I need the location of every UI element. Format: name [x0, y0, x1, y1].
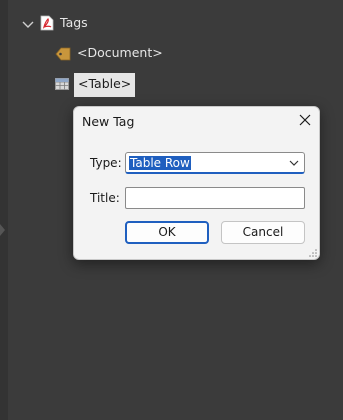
- ok-button[interactable]: OK: [125, 221, 209, 244]
- pdf-tags-icon: [40, 15, 54, 31]
- new-tag-dialog: New Tag Type: Table Row Title: OK Cancel: [73, 106, 320, 260]
- resize-grip-icon[interactable]: [309, 249, 317, 257]
- dialog-title: New Tag: [82, 114, 135, 129]
- table-icon: [55, 78, 69, 90]
- tree-item-table[interactable]: <Table>: [74, 73, 136, 97]
- type-select-value: Table Row: [129, 156, 191, 170]
- type-label: Type:: [90, 156, 122, 170]
- tree-root-label[interactable]: Tags: [60, 15, 88, 30]
- dropdown-caret-icon: [289, 160, 299, 166]
- tag-icon: [55, 47, 71, 61]
- close-icon[interactable]: [297, 112, 313, 128]
- chevron-down-icon[interactable]: [20, 17, 36, 33]
- title-label: Title:: [90, 191, 120, 205]
- tree-item-document[interactable]: <Document>: [77, 45, 163, 60]
- panel-edge-arrow: [0, 224, 5, 236]
- title-input[interactable]: [125, 187, 305, 209]
- tree-left-rail: [0, 0, 8, 420]
- type-select[interactable]: Table Row: [125, 152, 305, 174]
- cancel-button[interactable]: Cancel: [221, 221, 305, 244]
